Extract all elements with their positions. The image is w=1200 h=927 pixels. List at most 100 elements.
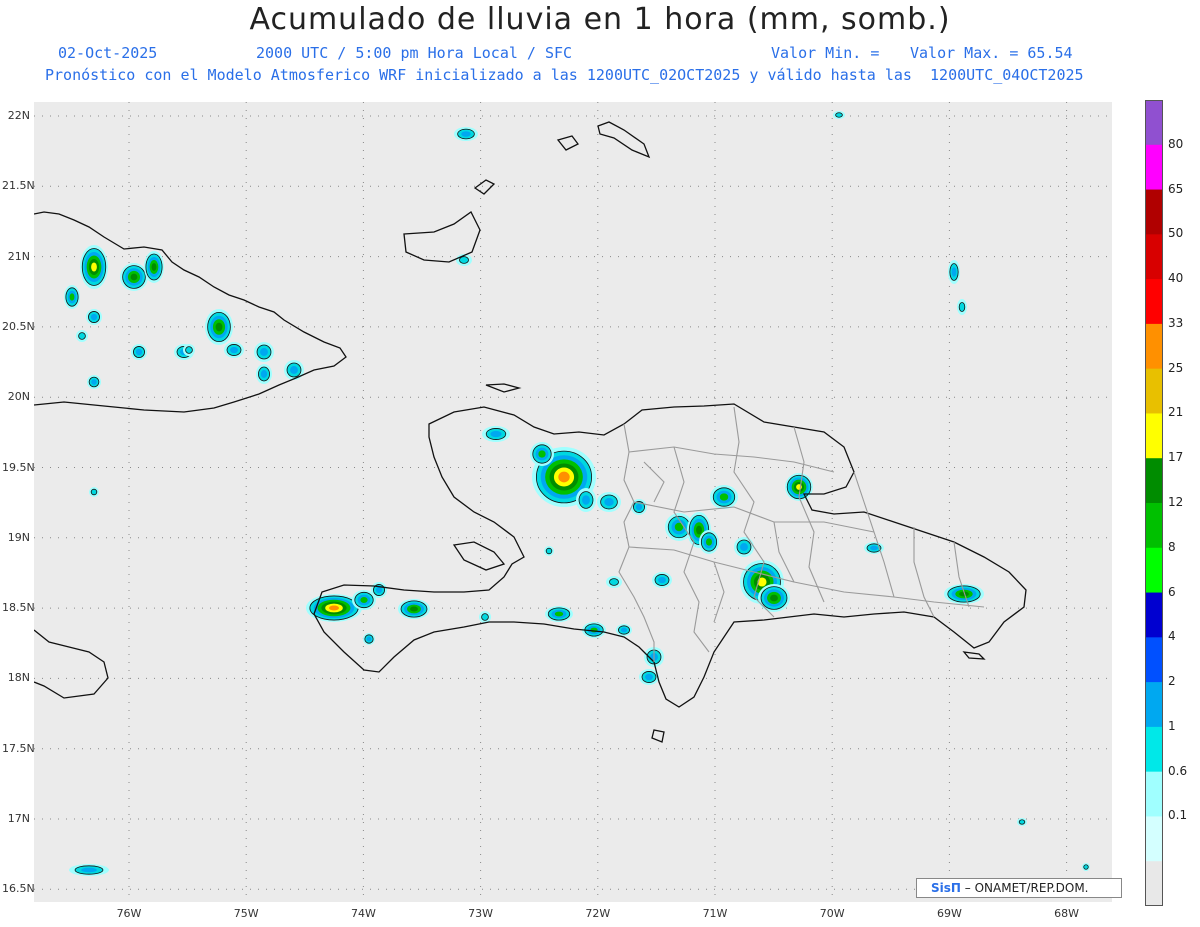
rain-cell	[260, 348, 268, 356]
rain-cell	[554, 611, 564, 617]
colorbar-segment	[1145, 323, 1163, 370]
rain-cell	[260, 370, 268, 378]
rain-cell	[635, 503, 643, 511]
max-value: Valor Max. = 65.54	[910, 44, 1073, 62]
rain-cell	[69, 293, 75, 301]
rain-cell	[481, 613, 489, 621]
credit-text: – ONAMET/REP.DOM.	[964, 881, 1089, 895]
rain-cell	[230, 346, 238, 354]
rain-cell	[360, 596, 368, 604]
rain-cell	[366, 636, 372, 642]
colorbar-segment	[1145, 234, 1163, 280]
colorbar-segment	[1145, 637, 1163, 683]
colorbar-segment	[1145, 503, 1163, 549]
rain-cell	[696, 525, 702, 535]
rain-cell	[135, 348, 143, 356]
rain-cell	[604, 498, 614, 506]
lon-label: 68W	[1054, 907, 1080, 920]
lat-label: 21.5N	[2, 179, 35, 193]
colorbar-label: 2	[1168, 674, 1176, 689]
rain-cell	[91, 379, 97, 385]
rain-cell	[215, 322, 223, 332]
colorbar-label: 65	[1168, 181, 1184, 196]
caicos-coast	[597, 121, 651, 159]
rain-cell	[719, 493, 729, 501]
rain-cell	[1018, 819, 1026, 825]
colorbar-segment	[1145, 771, 1163, 817]
model-info: Pronóstico con el Modelo Atmosferico WRF…	[45, 66, 1084, 84]
lon-label: 76W	[116, 907, 142, 920]
rain-cell	[1083, 864, 1089, 870]
acklins-coast	[473, 179, 496, 195]
colorbar-segment	[1145, 816, 1163, 862]
lon-label: 74W	[350, 907, 376, 920]
colorbar-segment	[1145, 861, 1163, 906]
rain-cell	[90, 488, 98, 496]
rain-cell	[645, 673, 653, 681]
saona-coast	[962, 651, 986, 660]
hispaniola-coast	[313, 403, 1027, 708]
lat-label: 16.5N	[2, 882, 35, 896]
coastlines	[34, 121, 1027, 743]
colorbar-label: 8	[1168, 539, 1176, 554]
lat-label: 17.5N	[2, 741, 35, 755]
rain-cell	[185, 346, 193, 354]
rain-cell	[835, 112, 843, 118]
cuba-coast	[34, 211, 347, 413]
lon-label: 69W	[936, 907, 962, 920]
lat-label: 18N	[7, 671, 30, 685]
rain-cell	[951, 267, 957, 277]
colorbar-label: 0.6	[1168, 763, 1188, 778]
lat-label: 19.5N	[2, 460, 35, 474]
colorbar-segment	[1145, 100, 1163, 146]
colorbar-segment	[1145, 726, 1163, 773]
map-area[interactable]	[34, 102, 1112, 902]
colorbar-label: 12	[1168, 495, 1184, 509]
colorbar-label: 0.1	[1168, 808, 1188, 823]
rain-cell	[290, 366, 298, 374]
rain-cell	[658, 576, 666, 584]
lat-label: 19N	[7, 530, 30, 544]
colorbar-label: 25	[1168, 360, 1184, 375]
rain-cell	[410, 606, 418, 612]
jamaica-coast	[34, 629, 109, 699]
lat-label: 22N	[7, 109, 30, 122]
rain-cell	[558, 471, 570, 483]
beata-coast	[651, 729, 665, 743]
lon-label: 71W	[702, 907, 728, 920]
lat-label: 18.5N	[2, 601, 35, 615]
colorbar-label: 17	[1168, 450, 1184, 465]
lat-label: 21N	[7, 249, 30, 263]
min-value: Valor Min. =	[771, 44, 880, 62]
rain-cell	[705, 538, 713, 546]
colorbar-segment	[1145, 144, 1163, 191]
lon-label: 72W	[585, 907, 611, 920]
colorbar-segment	[1145, 413, 1163, 459]
rain-cell	[740, 543, 748, 551]
colorbar-label: 6	[1168, 584, 1176, 599]
colorbar-segment	[1145, 592, 1163, 638]
rain-cell	[770, 594, 778, 602]
rain-cell	[329, 605, 339, 611]
sispi-logo: SisΠ	[931, 881, 961, 895]
colorbar-label: 4	[1168, 629, 1176, 644]
colorbar-segment	[1145, 682, 1163, 728]
map-title: Acumulado de lluvia en 1 hora (mm, somb.…	[249, 2, 951, 37]
rain-cell	[538, 450, 546, 458]
colorbar-label: 80	[1168, 136, 1184, 151]
colorbar-label: 40	[1168, 271, 1184, 286]
lon-label: 75W	[233, 907, 259, 920]
rain-cell	[459, 256, 469, 264]
lat-label: 20N	[7, 390, 30, 404]
rain-cell	[90, 313, 98, 321]
inagua-coast	[403, 211, 481, 263]
colorbar-label: 21	[1168, 405, 1184, 420]
colorbar	[1145, 100, 1163, 906]
colorbar-segment	[1145, 547, 1163, 594]
lat-label: 17N	[7, 812, 30, 825]
rain-cell	[461, 131, 471, 137]
forecast-date: 02-Oct-2025	[58, 44, 158, 62]
rain-cell	[91, 262, 97, 272]
colorbar-label: 50	[1168, 226, 1184, 241]
lon-label: 73W	[468, 907, 494, 920]
